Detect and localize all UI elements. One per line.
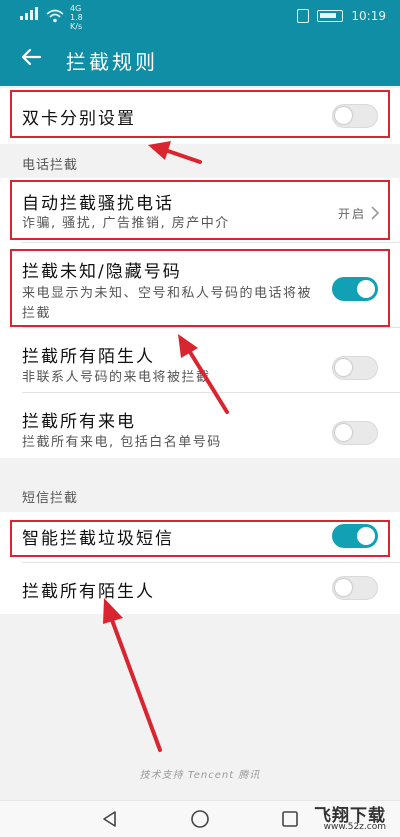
back-arrow-icon[interactable] [16,42,46,72]
watermark: 飞翔下载 www.52z.com [288,800,392,836]
vibrate-icon [297,9,310,23]
all-calls-label: 拦截所有来电 [22,412,136,432]
status-bar: 4G 1.8 K/s 10:19 [0,0,400,32]
all-strangers-sms-row[interactable]: 拦截所有陌生人 [0,563,400,614]
signal-icon [20,7,38,20]
arrow-3 [103,598,162,752]
all-strangers-calls-label: 拦截所有陌生人 [22,347,155,367]
clock: 10:19 [351,9,386,23]
arrow-1 [148,141,202,164]
all-strangers-calls-desc: 非联系人号码的来电将被拦截 [22,370,211,385]
nav-back-icon[interactable] [100,809,120,829]
wifi-icon [46,9,64,23]
network-speed: 4G 1.8 K/s [70,4,83,31]
all-strangers-calls-row[interactable]: 拦截所有陌生人 非联系人号码的来电将被拦截 [0,328,400,392]
all-calls-toggle[interactable] [332,421,378,445]
page-title: 拦截规则 [66,50,158,74]
app-bar: 拦截规则 [0,32,400,86]
section-sms-header: 短信拦截 [22,491,79,506]
all-strangers-sms-toggle[interactable] [332,576,378,600]
all-strangers-calls-toggle[interactable] [332,356,378,380]
highlight-box [10,520,390,557]
highlight-box [10,90,390,138]
watermark-url: www.52z.com [323,822,386,832]
nav-home-icon[interactable] [190,809,210,829]
highlight-box [10,249,390,327]
all-calls-row[interactable]: 拦截所有来电 拦截所有来电, 包括白名单号码 [0,393,400,458]
powered-by: 技术支持 Tencent 腾讯 [139,770,261,781]
all-calls-desc: 拦截所有来电, 包括白名单号码 [22,435,222,450]
battery-icon [317,10,344,22]
section-calls-header: 电话拦截 [22,158,79,173]
all-strangers-sms-label: 拦截所有陌生人 [22,582,155,602]
highlight-box [10,180,390,240]
